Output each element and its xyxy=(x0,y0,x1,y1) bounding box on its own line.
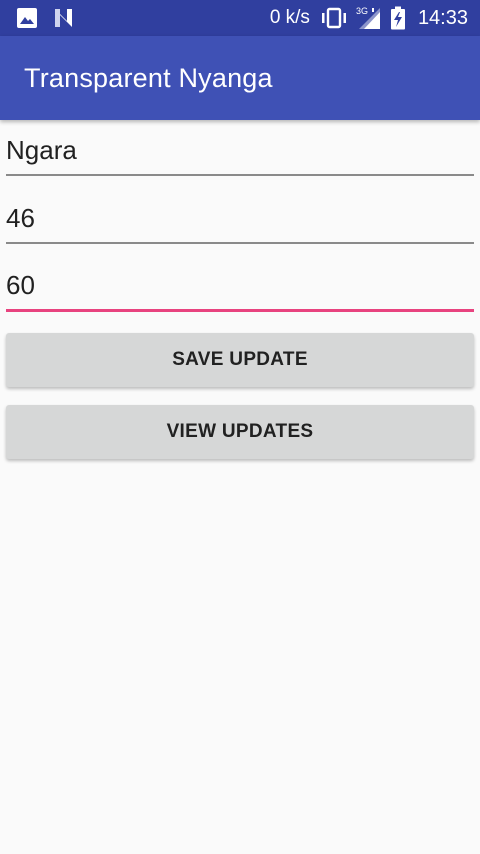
status-left xyxy=(16,7,76,29)
status-time: 14:33 xyxy=(417,6,468,29)
battery-charging-icon xyxy=(390,6,406,30)
network-type-label: 3G xyxy=(356,6,368,16)
app-bar: Transparent Nyanga xyxy=(0,36,480,120)
image-icon xyxy=(16,7,38,29)
location-field[interactable] xyxy=(6,130,474,176)
signal-3g-icon: 3G xyxy=(356,6,382,30)
view-updates-button[interactable]: VIEW UPDATES xyxy=(6,405,474,459)
vibrate-icon xyxy=(320,7,348,29)
app-screen: 0 k/s 3G 14:33 Transparent Nyanga Ngara … xyxy=(0,0,480,854)
save-update-button[interactable]: SAVE UPDATE xyxy=(6,333,474,387)
n-notification-icon xyxy=(52,7,76,29)
status-right: 0 k/s 3G 14:33 xyxy=(270,6,468,30)
app-title: Transparent Nyanga xyxy=(24,62,273,93)
number-field-1[interactable] xyxy=(6,198,474,244)
status-bar: 0 k/s 3G 14:33 xyxy=(0,0,480,36)
net-speed: 0 k/s xyxy=(269,7,310,28)
number-field-2[interactable] xyxy=(6,266,474,312)
